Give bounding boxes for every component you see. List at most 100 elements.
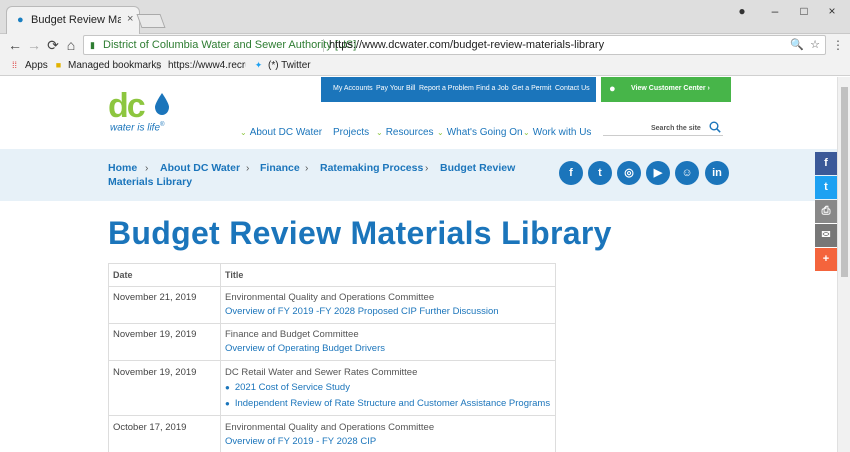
- breadcrumb-current-cont: Materials Library: [108, 176, 193, 188]
- nav-whats-going-on[interactable]: ⌄ What's Going On: [437, 127, 523, 141]
- linkedin-icon[interactable]: in: [705, 161, 729, 185]
- nav-about[interactable]: ⌄ About DC Water: [240, 127, 322, 141]
- browser-tab-strip: ● Budget Review Materials × ● – □ ×: [0, 0, 850, 34]
- web-page: My Accounts Pay Your Bill Report a Probl…: [0, 77, 837, 452]
- breadcrumb-home[interactable]: Home: [108, 162, 137, 176]
- table-row-committee: Finance and Budget Committee: [225, 329, 359, 340]
- minimize-button[interactable]: –: [766, 4, 784, 18]
- back-button[interactable]: ←: [8, 37, 22, 53]
- address-divider: [323, 39, 324, 52]
- reload-button[interactable]: ⟳: [46, 37, 60, 53]
- bookmark-star-icon[interactable]: ☆: [808, 38, 822, 52]
- table-row-date: October 17, 2019: [113, 422, 187, 433]
- new-tab-button[interactable]: [136, 14, 166, 28]
- water-drop-favicon-icon: ●: [17, 14, 24, 26]
- util-link-report-problem[interactable]: Report a Problem: [419, 85, 474, 95]
- page-title: Budget Review Materials Library: [108, 215, 612, 251]
- more-share-icon[interactable]: +: [815, 248, 837, 271]
- nav-resources[interactable]: ⌄ Resources: [376, 127, 434, 141]
- facebook-share-icon[interactable]: f: [815, 152, 837, 175]
- breadcrumb-about[interactable]: About DC Water: [160, 162, 240, 176]
- logo-tagline: water is life®: [110, 122, 165, 134]
- chevron-down-icon: ⌄: [523, 128, 530, 137]
- maximize-button[interactable]: □: [795, 4, 813, 18]
- forward-button[interactable]: →: [27, 37, 41, 53]
- breadcrumb-current: Budget Review: [440, 162, 516, 174]
- table-row-committee: Environmental Quality and Operations Com…: [225, 422, 435, 433]
- search-icon[interactable]: [709, 121, 721, 133]
- instagram-icon[interactable]: ◎: [617, 161, 641, 185]
- bookmarks-bar: ⁞⁞ Apps ■ Managed bookmarks ▯ https://ww…: [0, 56, 850, 76]
- facebook-icon[interactable]: f: [559, 161, 583, 185]
- document-link[interactable]: ● 2021 Cost of Service Study: [225, 382, 350, 394]
- twitter-icon: ✦: [254, 60, 263, 70]
- search-underline: [603, 135, 723, 136]
- nav-work-with-us[interactable]: ⌄ Work with Us: [523, 127, 591, 141]
- print-share-icon[interactable]: ⎙: [815, 200, 837, 223]
- twitter-icon[interactable]: t: [588, 161, 612, 185]
- home-button[interactable]: ⌂: [64, 37, 78, 53]
- close-tab-icon[interactable]: ×: [127, 13, 137, 25]
- twitter-share-icon[interactable]: t: [815, 176, 837, 199]
- row-divider: [109, 286, 555, 287]
- table-row-committee: Environmental Quality and Operations Com…: [225, 292, 435, 303]
- chevron-down-icon: ⌄: [376, 128, 383, 137]
- bookmark-managed[interactable]: Managed bookmarks: [68, 60, 161, 74]
- table-row-committee: DC Retail Water and Sewer Rates Committe…: [225, 367, 418, 378]
- chevron-down-icon: ⌄: [437, 128, 444, 137]
- snapchat-icon[interactable]: ☺: [675, 161, 699, 185]
- row-divider: [109, 323, 555, 324]
- apps-grid-icon: ⁞⁞: [11, 60, 17, 70]
- view-customer-center-button[interactable]: ● View Customer Center ›: [601, 77, 731, 102]
- util-link-pay-bill[interactable]: Pay Your Bill: [376, 85, 415, 95]
- bookmark-apps[interactable]: Apps: [25, 60, 48, 74]
- breadcrumb-separator: ›: [145, 163, 149, 174]
- document-link[interactable]: ● Independent Review of Rate Structure an…: [225, 398, 550, 410]
- util-link-find-job[interactable]: Find a Job: [476, 85, 509, 95]
- customer-center-label: View Customer Center ›: [631, 85, 710, 92]
- table-row-date: November 19, 2019: [113, 329, 197, 340]
- util-link-get-permit[interactable]: Get a Permit: [512, 85, 551, 95]
- table-column-divider: [220, 264, 221, 452]
- breadcrumb-ratemaking[interactable]: Ratemaking Process: [320, 162, 423, 176]
- folder-icon: ■: [55, 60, 62, 70]
- dc-water-logo[interactable]: dc: [108, 89, 146, 123]
- row-divider: [109, 415, 555, 416]
- site-identity[interactable]: District of Columbia Water and Sewer Aut…: [103, 39, 356, 53]
- bullet-icon: ●: [225, 399, 230, 408]
- breadcrumb-finance[interactable]: Finance: [260, 162, 300, 176]
- browser-tab[interactable]: ● Budget Review Materials ×: [6, 6, 140, 34]
- chevron-down-icon: ⌄: [240, 128, 247, 137]
- breadcrumb-separator: ›: [246, 163, 250, 174]
- nav-projects[interactable]: Projects: [333, 127, 369, 141]
- youtube-icon[interactable]: ▶: [646, 161, 670, 185]
- util-link-my-accounts[interactable]: My Accounts: [333, 85, 373, 95]
- url-text[interactable]: https://www.dcwater.com/budget-review-ma…: [329, 39, 604, 53]
- water-drop-icon: [155, 93, 169, 115]
- util-link-contact[interactable]: Contact Us: [555, 85, 590, 95]
- page-scrollbar[interactable]: [837, 77, 850, 452]
- bookmark-recruiting[interactable]: https://www4.recruiti: [168, 60, 246, 74]
- tab-title: Budget Review Materials: [31, 14, 121, 26]
- browser-menu-icon[interactable]: ⋮: [832, 37, 844, 53]
- bullet-icon: ●: [225, 383, 230, 392]
- browser-toolbar: ← → ⟳ ⌂ ▮ District of Columbia Water and…: [0, 34, 850, 56]
- materials-table: Date Title November 21, 2019 Environment…: [108, 263, 556, 452]
- breadcrumb-separator: ›: [305, 163, 309, 174]
- breadcrumb-separator: ›: [425, 163, 429, 174]
- user-icon: ●: [609, 83, 616, 95]
- row-divider: [109, 360, 555, 361]
- bookmark-twitter[interactable]: (*) Twitter: [268, 60, 311, 74]
- email-share-icon[interactable]: ✉: [815, 224, 837, 247]
- table-header-date: Date: [113, 270, 133, 280]
- table-header-title: Title: [225, 270, 244, 280]
- document-link[interactable]: Overview of FY 2019 -FY 2028 Proposed CI…: [225, 306, 499, 318]
- zoom-icon[interactable]: 🔍: [790, 38, 804, 52]
- address-bar[interactable]: ▮ District of Columbia Water and Sewer A…: [83, 35, 826, 55]
- scrollbar-thumb[interactable]: [841, 87, 848, 277]
- page-icon: ▯: [156, 60, 161, 70]
- document-link[interactable]: Overview of Operating Budget Drivers: [225, 343, 385, 355]
- account-icon[interactable]: ●: [733, 4, 751, 18]
- close-window-button[interactable]: ×: [823, 4, 841, 18]
- document-link[interactable]: Overview of FY 2019 - FY 2028 CIP: [225, 436, 376, 448]
